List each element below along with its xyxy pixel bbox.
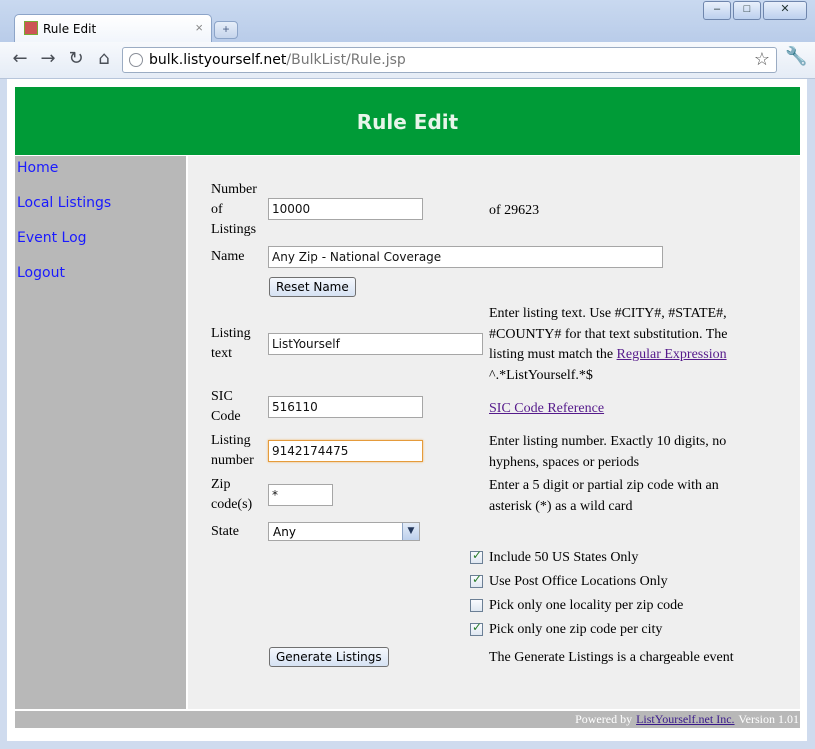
minimize-button[interactable]: – bbox=[703, 1, 731, 20]
favicon-icon bbox=[24, 21, 38, 35]
tab-close-icon[interactable]: × bbox=[195, 20, 203, 35]
listings-count-input[interactable] bbox=[268, 198, 423, 220]
checkbox-one-locality[interactable] bbox=[470, 599, 483, 612]
browser-tab[interactable]: Rule Edit × bbox=[14, 14, 212, 43]
listings-label-line2: of bbox=[211, 202, 223, 217]
checkmark-icon: ✓ bbox=[472, 548, 483, 562]
listing-text-help-line2: #COUNTY# for that text substitution. The bbox=[489, 327, 728, 342]
page-footer: Powered by ListYourself.net Inc. Version… bbox=[15, 711, 800, 728]
new-tab-button[interactable]: + bbox=[214, 21, 238, 39]
listing-text-help-line1: Enter listing text. Use #CITY#, #STATE#, bbox=[489, 306, 727, 321]
window-controls: – □ ✕ bbox=[703, 1, 807, 20]
listing-text-help-line3: listing must match the Regular Expressio… bbox=[489, 347, 727, 362]
bookmark-star-icon[interactable]: ☆ bbox=[754, 49, 770, 70]
sic-code-input[interactable] bbox=[268, 396, 423, 418]
zip-code-input[interactable] bbox=[268, 484, 333, 506]
listing-number-label-line1: Listing bbox=[211, 433, 251, 448]
rule-form: Number of Listings of 29623 Name Reset N… bbox=[188, 156, 800, 709]
checkbox-post-office[interactable]: ✓ bbox=[470, 572, 483, 588]
listings-total-text: of 29623 bbox=[489, 203, 540, 218]
listing-number-help-line2: hyphens, spaces or periods bbox=[489, 455, 640, 470]
zip-help-line2: asterisk (*) as a wild card bbox=[489, 499, 633, 514]
reload-icon[interactable]: ↻ bbox=[65, 49, 87, 69]
checkmark-icon: ✓ bbox=[472, 572, 483, 586]
listing-text-label-line2: text bbox=[211, 346, 232, 361]
window-close-button[interactable]: ✕ bbox=[763, 1, 807, 20]
footer-company-link[interactable]: ListYourself.net Inc. bbox=[636, 712, 735, 726]
address-bar[interactable]: bulk.listyourself.net/BulkList/Rule.jsp … bbox=[122, 47, 777, 73]
generate-listings-button[interactable]: Generate Listings bbox=[269, 647, 389, 667]
sidebar-item-event-log[interactable]: Event Log bbox=[17, 230, 87, 246]
sic-label-line1: SIC bbox=[211, 389, 233, 404]
listing-number-label-line2: number bbox=[211, 453, 254, 468]
listings-label-line1: Number bbox=[211, 182, 257, 197]
globe-icon bbox=[129, 53, 143, 67]
checkmark-icon: ✓ bbox=[472, 620, 483, 634]
sic-code-reference-link[interactable]: SIC Code Reference bbox=[489, 398, 604, 419]
page-title: Rule Edit bbox=[356, 110, 459, 134]
name-input[interactable] bbox=[268, 246, 663, 268]
zip-label-line1: Zip bbox=[211, 477, 231, 492]
state-select[interactable]: Any ▼ bbox=[268, 522, 420, 541]
listing-text-input[interactable] bbox=[268, 333, 483, 355]
reset-name-button[interactable]: Reset Name bbox=[269, 277, 356, 297]
browser-title-bar: Rule Edit × + – □ ✕ bbox=[0, 0, 815, 43]
listing-text-regex: ^.*ListYourself.*$ bbox=[489, 368, 593, 383]
checkbox-one-zip[interactable]: ✓ bbox=[470, 620, 483, 636]
back-arrow-icon[interactable]: ← bbox=[9, 49, 31, 69]
home-icon[interactable]: ⌂ bbox=[93, 49, 115, 69]
maximize-button[interactable]: □ bbox=[733, 1, 761, 20]
name-label: Name bbox=[211, 249, 245, 264]
footer-prefix: Powered by bbox=[575, 712, 633, 726]
sidebar-item-logout[interactable]: Logout bbox=[17, 265, 65, 281]
checkbox-one-locality-label: Pick only one locality per zip code bbox=[489, 598, 684, 613]
zip-label-line2: code(s) bbox=[211, 497, 253, 512]
checkbox-post-office-label: Use Post Office Locations Only bbox=[489, 574, 668, 589]
chevron-down-icon: ▼ bbox=[402, 523, 419, 540]
sidebar: Home Local Listings Event Log Logout bbox=[15, 156, 186, 709]
state-label: State bbox=[211, 524, 239, 539]
footer-version: Version 1.01 bbox=[738, 712, 799, 726]
sidebar-item-local-listings[interactable]: Local Listings bbox=[17, 195, 111, 211]
zip-help-line1: Enter a 5 digit or partial zip code with… bbox=[489, 478, 719, 493]
checkbox-one-zip-label: Pick only one zip code per city bbox=[489, 622, 663, 637]
listing-number-help-line1: Enter listing number. Exactly 10 digits,… bbox=[489, 434, 727, 449]
regular-expression-link[interactable]: Regular Expression bbox=[617, 347, 727, 362]
checkbox-us-states[interactable]: ✓ bbox=[470, 548, 483, 564]
forward-arrow-icon[interactable]: → bbox=[37, 49, 59, 69]
wrench-icon[interactable]: 🔧 bbox=[785, 46, 807, 67]
sidebar-item-home[interactable]: Home bbox=[17, 160, 58, 176]
listing-number-input[interactable] bbox=[268, 440, 423, 462]
browser-toolbar: ← → ↻ ⌂ bulk.listyourself.net/BulkList/R… bbox=[0, 42, 815, 79]
state-selected-value: Any bbox=[273, 525, 296, 539]
listing-text-label-line1: Listing bbox=[211, 326, 251, 341]
generate-note: The Generate Listings is a chargeable ev… bbox=[489, 650, 734, 665]
checkbox-us-states-label: Include 50 US States Only bbox=[489, 550, 639, 565]
sic-label-line2: Code bbox=[211, 409, 241, 424]
tab-title: Rule Edit bbox=[43, 22, 97, 36]
page-header: Rule Edit bbox=[15, 87, 800, 155]
listings-label-line3: Listings bbox=[211, 222, 257, 237]
url-text: bulk.listyourself.net/BulkList/Rule.jsp bbox=[149, 52, 406, 68]
page-viewport: Rule Edit Home Local Listings Event Log … bbox=[7, 79, 807, 741]
